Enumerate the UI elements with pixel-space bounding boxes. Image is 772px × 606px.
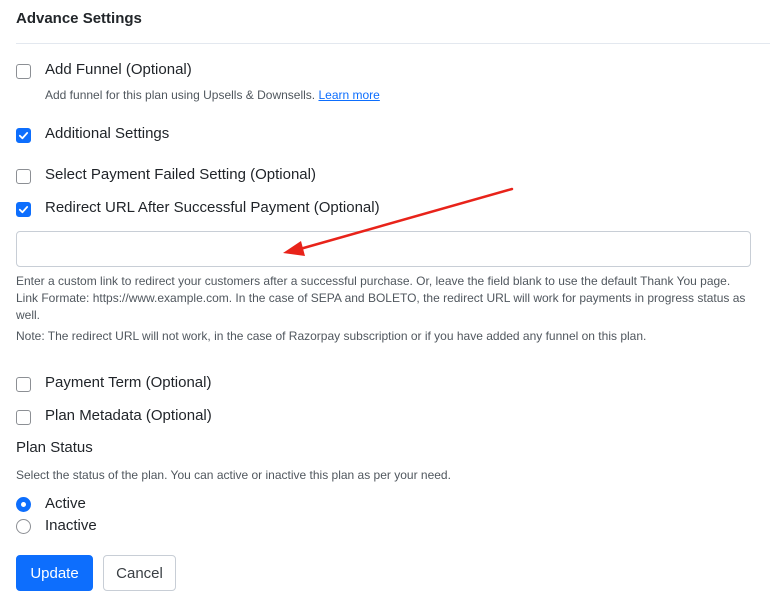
status-inactive-option[interactable]: Inactive [16,516,97,534]
status-active-label: Active [45,494,86,512]
plan-status-help: Select the status of the plan. You can a… [16,468,451,482]
additional-settings-option[interactable]: Additional Settings [16,124,169,143]
add-funnel-option[interactable]: Add Funnel (Optional) [16,60,192,79]
add-funnel-checkbox[interactable] [16,64,31,79]
section-title: Advance Settings [16,10,142,27]
cancel-button[interactable]: Cancel [103,555,176,591]
plan-metadata-label: Plan Metadata (Optional) [45,407,212,424]
add-funnel-help-text: Add funnel for this plan using Upsells &… [45,88,316,102]
additional-settings-checkbox[interactable] [16,128,31,143]
plan-status-title: Plan Status [16,439,93,456]
status-inactive-radio[interactable] [16,519,31,534]
redirect-url-input[interactable] [16,231,751,267]
plan-metadata-checkbox[interactable] [16,410,31,425]
checkmark-icon [18,132,29,140]
redirect-url-description: Enter a custom link to redirect your cus… [16,274,731,288]
payment-failed-label: Select Payment Failed Setting (Optional) [45,166,316,183]
plan-metadata-option[interactable]: Plan Metadata (Optional) [16,406,212,425]
redirect-url-option[interactable]: Redirect URL After Successful Payment (O… [16,198,380,217]
redirect-url-checkbox[interactable] [16,202,31,217]
payment-failed-option[interactable]: Select Payment Failed Setting (Optional) [16,165,316,184]
learn-more-link[interactable]: Learn more [318,88,379,102]
additional-settings-label: Additional Settings [45,125,170,142]
add-funnel-help: Add funnel for this plan using Upsells &… [45,88,380,102]
payment-failed-checkbox[interactable] [16,169,31,184]
payment-term-option[interactable]: Payment Term (Optional) [16,373,211,392]
redirect-url-label: Redirect URL After Successful Payment (O… [45,199,380,216]
redirect-url-format: Link Formate: https://www.example.com. I… [16,291,746,322]
status-active-option[interactable]: Active [16,494,86,512]
add-funnel-label: Add Funnel (Optional) [45,61,192,78]
payment-term-checkbox[interactable] [16,377,31,392]
checkmark-icon [18,206,29,214]
status-active-radio[interactable] [16,497,31,512]
payment-term-label: Payment Term (Optional) [45,374,212,391]
section-divider [16,43,770,44]
status-inactive-label: Inactive [45,516,97,534]
redirect-url-note: Note: The redirect URL will not work, in… [16,329,647,343]
update-button[interactable]: Update [16,555,93,591]
